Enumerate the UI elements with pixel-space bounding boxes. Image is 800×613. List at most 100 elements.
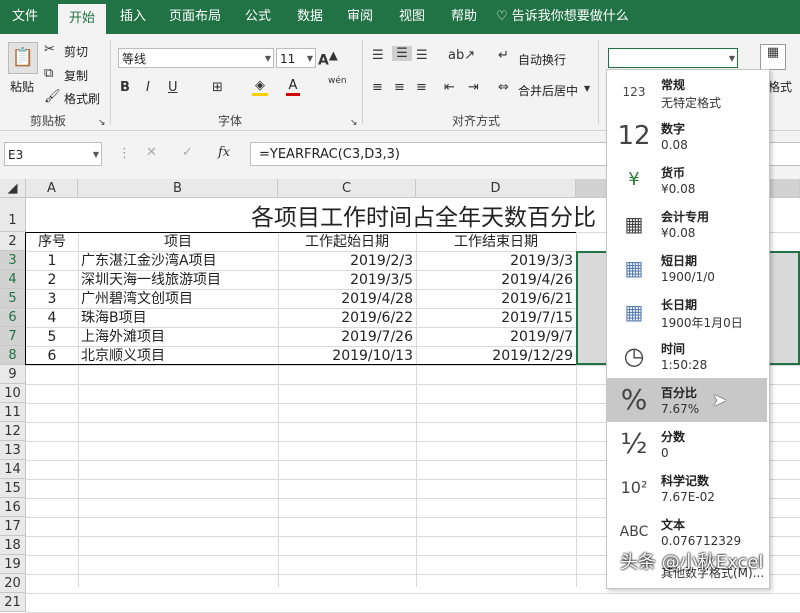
name-box[interactable]: E3 ▼ [4, 142, 102, 166]
format-option-4[interactable]: ▦ 短日期 1900/1/0 [607, 246, 767, 290]
font-name-select[interactable]: 等线 ▼ [118, 48, 274, 68]
column-header-a[interactable]: A [26, 179, 78, 198]
row-header[interactable]: 14 [0, 460, 26, 479]
row-header[interactable]: 12 [0, 422, 26, 441]
decrease-indent-icon[interactable]: ⇤ [444, 80, 455, 95]
tab-file[interactable]: 文件 [0, 0, 50, 34]
format-option-8[interactable]: ½ 分数 0 [607, 422, 767, 466]
row-header[interactable]: 9 [0, 365, 26, 384]
header-cell[interactable]: 项目 [78, 233, 278, 252]
table-cell[interactable]: 深圳天海一线旅游项目 [78, 271, 278, 290]
increase-indent-icon[interactable]: ⇥ [468, 80, 479, 95]
table-cell[interactable]: 广州碧湾文创项目 [78, 290, 278, 309]
align-right-icon[interactable]: ≡ [416, 80, 427, 95]
table-cell[interactable]: 3 [26, 290, 78, 309]
tab-view[interactable]: 视图 [390, 0, 434, 34]
select-all-corner[interactable]: ◢ [0, 179, 26, 198]
row-header[interactable]: 10 [0, 384, 26, 403]
underline-button[interactable]: U [168, 80, 178, 95]
table-cell[interactable]: 2019/9/7 [416, 328, 576, 347]
cancel-icon[interactable]: ✕ [146, 145, 157, 160]
row-header[interactable]: 7 [0, 327, 26, 346]
tab-help[interactable]: 帮助 [442, 0, 486, 34]
italic-button[interactable]: I [146, 80, 150, 95]
table-cell[interactable]: 5 [26, 328, 78, 347]
table-cell[interactable]: 2019/2/3 [278, 252, 416, 271]
align-middle-icon[interactable]: ☰ [392, 46, 412, 61]
paste-icon[interactable]: 📋 [8, 42, 38, 74]
align-bottom-icon[interactable]: ☰ [416, 48, 428, 63]
enter-icon[interactable]: ✓ [182, 145, 193, 160]
row-header[interactable]: 15 [0, 479, 26, 498]
column-header-b[interactable]: B [78, 179, 278, 198]
row-header[interactable]: 11 [0, 403, 26, 422]
tab-home[interactable]: 开始 [58, 4, 106, 34]
header-cell[interactable]: 工作结束日期 [416, 233, 576, 252]
format-option-7[interactable]: % 百分比 7.67% [607, 378, 767, 422]
number-format-select[interactable]: ▼ [608, 48, 738, 68]
copy-button[interactable]: 复制 [64, 67, 88, 84]
paste-button[interactable]: 粘贴 [10, 78, 34, 95]
align-center-icon[interactable]: ≡ [394, 80, 405, 95]
merge-center-button[interactable]: 合并后居中 [518, 82, 578, 99]
wrap-text-button[interactable]: 自动换行 [518, 51, 566, 68]
table-cell[interactable]: 2019/6/21 [416, 290, 576, 309]
row-header[interactable]: 5 [0, 289, 26, 308]
format-option-5[interactable]: ▦ 长日期 1900年1月0日 [607, 290, 767, 334]
tab-page-layout[interactable]: 页面布局 [160, 0, 230, 34]
format-cells-icon[interactable]: ▦ [760, 44, 786, 70]
row-header[interactable]: 17 [0, 517, 26, 536]
header-cell[interactable]: 工作起始日期 [278, 233, 416, 252]
column-header-c[interactable]: C [278, 179, 416, 198]
table-cell[interactable]: 广东湛江金沙湾A项目 [78, 252, 278, 271]
phonetic-button[interactable]: wén [328, 76, 347, 86]
table-cell[interactable]: 2019/7/15 [416, 309, 576, 328]
align-left-icon[interactable]: ≡ [372, 80, 383, 95]
sheet-title[interactable]: 各项目工作时间占全年天数百分比 [26, 198, 600, 232]
tab-insert[interactable]: 插入 [112, 0, 154, 34]
table-cell[interactable]: 上海外滩项目 [78, 328, 278, 347]
row-header[interactable]: 4 [0, 270, 26, 289]
table-cell[interactable]: 2019/6/22 [278, 309, 416, 328]
table-cell[interactable]: 4 [26, 309, 78, 328]
font-size-select[interactable]: 11 ▼ [276, 48, 316, 68]
row-header[interactable]: 2 [0, 232, 26, 251]
tell-me-box[interactable]: ♡ 告诉我你想要做什么 [496, 0, 636, 34]
insert-function-icon[interactable]: fx [218, 145, 230, 160]
row-header[interactable]: 6 [0, 308, 26, 327]
table-cell[interactable]: 1 [26, 252, 78, 271]
fill-color-icon[interactable]: ◈ [252, 78, 268, 96]
table-cell[interactable]: 2019/7/26 [278, 328, 416, 347]
row-header[interactable]: 1 [0, 198, 26, 232]
format-option-6[interactable]: ◷ 时间 1:50:28 [607, 334, 767, 378]
column-header-d[interactable]: D [416, 179, 576, 198]
border-icon[interactable]: ⊞ [212, 80, 223, 95]
format-button[interactable]: 格式 [768, 78, 792, 95]
row-header[interactable]: 20 [0, 574, 26, 593]
row-header[interactable]: 19 [0, 555, 26, 574]
cut-button[interactable]: 剪切 [64, 43, 88, 60]
tab-formulas[interactable]: 公式 [236, 0, 280, 34]
tab-data[interactable]: 数据 [288, 0, 332, 34]
format-option-1[interactable]: 12 数字 0.08 [607, 114, 767, 158]
bold-button[interactable]: B [120, 80, 130, 95]
row-header[interactable]: 16 [0, 498, 26, 517]
row-header[interactable]: 18 [0, 536, 26, 555]
table-cell[interactable]: 2019/3/5 [278, 271, 416, 290]
dialog-launcher-icon[interactable]: ↘ [350, 118, 358, 128]
row-header[interactable]: 21 [0, 593, 26, 612]
dialog-launcher-icon[interactable]: ↘ [98, 118, 106, 128]
format-option-2[interactable]: ¥ 货币 ¥0.08 [607, 158, 767, 202]
table-cell[interactable]: 珠海B项目 [78, 309, 278, 328]
orientation-icon[interactable]: ab↗ [448, 48, 475, 63]
chevron-down-icon[interactable]: ▼ [584, 84, 590, 93]
table-cell[interactable]: 2019/3/3 [416, 252, 576, 271]
format-option-3[interactable]: ▦ 会计专用 ¥0.08 [607, 202, 767, 246]
tab-review[interactable]: 审阅 [338, 0, 382, 34]
header-cell[interactable]: 序号 [26, 233, 78, 252]
row-header[interactable]: 8 [0, 346, 26, 365]
format-option-9[interactable]: 10² 科学记数 7.67E-02 [607, 466, 767, 510]
table-cell[interactable]: 2019/4/28 [278, 290, 416, 309]
font-color-icon[interactable]: A [286, 78, 300, 96]
table-cell[interactable]: 2019/4/26 [416, 271, 576, 290]
